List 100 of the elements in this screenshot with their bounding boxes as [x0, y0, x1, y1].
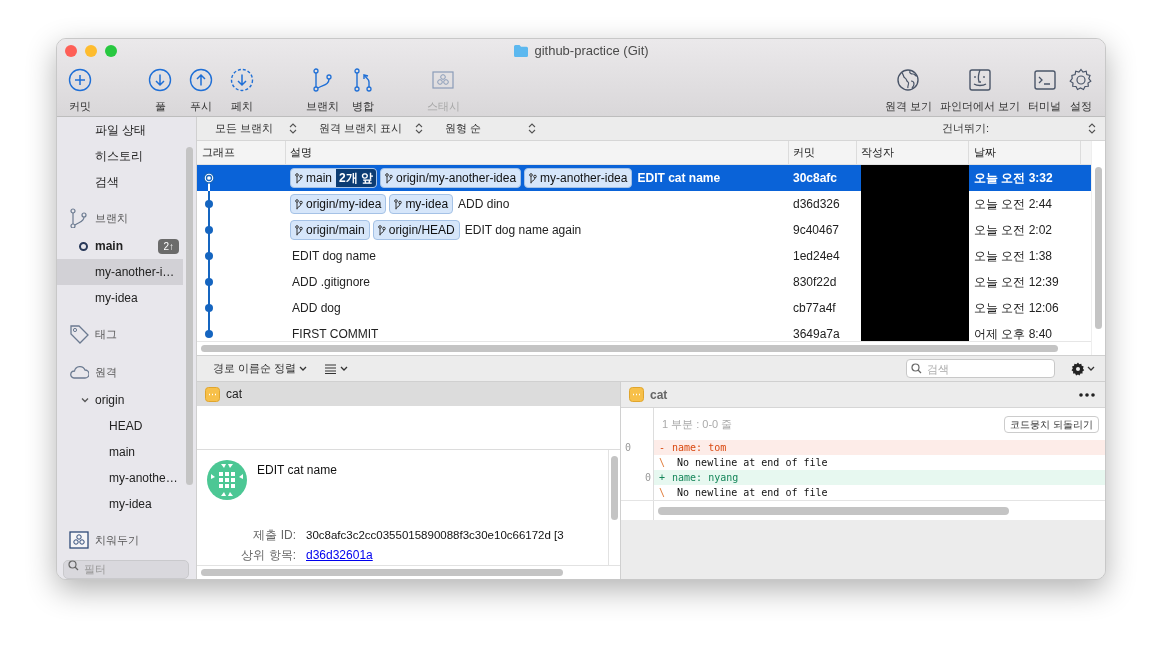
commit-row[interactable]: ADD .gitignore 830f22d 오늘 오전 12:39	[197, 269, 1091, 295]
commit-row[interactable]: origin/my-idea my-idea ADD dino d36d326 오늘 오전 2:44	[197, 191, 1091, 217]
diff-text: No newline at end of file	[676, 456, 828, 470]
commit-date: 오늘 오전 12:39	[973, 274, 1060, 291]
sidebar-item[interactable]: 파일 상태	[57, 117, 183, 143]
column-header[interactable]: 그래프	[197, 141, 286, 164]
commit-row[interactable]: origin/main origin/HEAD EDIT dog name again 9c40467 오늘 오전 2:02	[197, 217, 1091, 243]
search-icon	[911, 363, 922, 374]
file-name: cat	[650, 386, 668, 404]
field-value: 30c8afc3c2cc0355015890088f3c30e10c66172d [3	[306, 527, 564, 543]
toolbar-button[interactable]: 브랜치	[302, 68, 342, 115]
revert-hunk-button[interactable]: 코드뭉치 되돌리기	[1004, 415, 1099, 433]
commit-hash: 30c8afc	[792, 170, 839, 187]
filter-dropdown[interactable]: 모든 브랜치	[215, 120, 306, 137]
commit-date: 오늘 오전 1:38	[973, 248, 1054, 265]
parent-commit-link[interactable]: d36d32601a	[306, 546, 373, 565]
branch-icon	[377, 224, 386, 236]
scrollbar-thumb[interactable]	[201, 569, 563, 576]
commit-hash: 830f22d	[792, 274, 838, 291]
column-header[interactable]: 커밋	[789, 141, 857, 164]
column-header[interactable]: 설명	[286, 141, 789, 164]
branch-tag[interactable]: origin/my-idea	[290, 194, 387, 214]
commit-message: ADD dino	[458, 196, 510, 213]
modified-file-icon	[629, 387, 644, 402]
settings-dropdown[interactable]	[1071, 361, 1095, 376]
finder-icon	[967, 68, 992, 92]
filter-field[interactable]: 필터	[63, 559, 189, 579]
sidebar-item[interactable]: 검색	[57, 169, 183, 195]
updown-icon	[527, 123, 537, 134]
settings-icon	[1071, 361, 1085, 376]
toolbar-button[interactable]: 파인더에서 보기	[937, 68, 1022, 115]
filter-dropdown[interactable]: 원형 순	[445, 120, 545, 137]
sidebar-item[interactable]: HEAD	[57, 413, 183, 439]
field-label: 제출 ID:	[252, 527, 297, 545]
minimize-button[interactable]	[85, 45, 97, 57]
commit-hash: d36d326	[792, 196, 841, 213]
toolbar-button[interactable]: 병합	[343, 68, 383, 115]
toolbar-button[interactable]: 풀	[140, 68, 180, 115]
line-number: 0	[643, 471, 652, 485]
search-field[interactable]: 검색	[906, 359, 1055, 378]
ahead-badge: 2↑	[158, 238, 179, 254]
column-header[interactable]: 작성자	[857, 141, 969, 164]
scrollbar-thumb[interactable]	[611, 456, 618, 520]
chevron-icon	[1087, 365, 1095, 372]
sidebar-item[interactable]: my-anothe…	[57, 465, 183, 491]
commit-message: FIRST COMMIT	[292, 326, 379, 341]
scrollbar-thumb[interactable]	[1095, 167, 1102, 329]
remote-item[interactable]: origin	[57, 387, 183, 413]
commit-message: EDIT dog name	[292, 248, 376, 265]
branch-tag[interactable]: my-another-idea	[524, 168, 633, 188]
branch-tag[interactable]: origin/main	[290, 220, 370, 240]
commit-row[interactable]: EDIT dog name 1ed24e4 오늘 오전 1:38	[197, 243, 1091, 269]
window-title: github-practice (Git)	[534, 42, 649, 60]
modified-file-icon	[205, 386, 220, 402]
toolbar-button[interactable]: 설정	[1067, 68, 1095, 115]
sort-dropdown[interactable]: 경로 이름순 정렬	[213, 360, 308, 377]
toolbar-button[interactable]: 커밋	[60, 68, 100, 115]
plus-circle-icon	[68, 68, 92, 92]
globe-icon	[896, 68, 921, 92]
tag-icon	[69, 324, 89, 344]
scrollbar-thumb[interactable]	[186, 147, 193, 485]
list-icon	[325, 363, 337, 374]
commit-hash: 3649a7a	[792, 326, 841, 341]
sidebar-item[interactable]: my-another-i…	[57, 259, 183, 285]
toolbar-button[interactable]: 터미널	[1026, 68, 1063, 115]
avatar-icon	[207, 460, 247, 500]
sidebar-item[interactable]: main 2↑	[57, 233, 183, 259]
scrollbar-thumb[interactable]	[658, 506, 1009, 515]
diff-sign: \	[659, 456, 666, 470]
commit-row[interactable]: ADD dog cb77a4f 오늘 오전 12:06	[197, 295, 1091, 321]
branch-tag[interactable]: origin/HEAD	[372, 220, 460, 240]
sidebar-item[interactable]: main	[57, 439, 183, 465]
hunk-header: 1 부분 : 0-0 줄	[661, 416, 733, 432]
branch-tag[interactable]: main 2개 앞	[290, 168, 378, 188]
terminal-icon	[1032, 68, 1057, 92]
scrollbar-thumb[interactable]	[201, 345, 1058, 352]
commit-row[interactable]: FIRST COMMIT 3649a7a 어제 오후 8:40	[197, 321, 1091, 341]
column-header[interactable]: 날짜	[969, 141, 1081, 164]
diff-text: No newline at end of file	[676, 486, 828, 500]
sidebar-item[interactable]: my-idea	[57, 285, 183, 311]
commit-row[interactable]: main 2개 앞 origin/my-another-idea my-another-idea EDIT cat name 30c8afc 오늘 오전 3:32	[197, 165, 1091, 191]
commit-hash: 9c40467	[792, 222, 841, 239]
branch-tag[interactable]: origin/my-another-idea	[380, 168, 522, 188]
branch-tag[interactable]: my-idea	[389, 194, 454, 214]
jump-dropdown[interactable]: 건너뛰기:	[941, 120, 1097, 137]
toolbar-button[interactable]: 푸시	[181, 68, 221, 115]
close-button[interactable]	[65, 45, 77, 57]
chevron-icon	[340, 365, 349, 372]
sidebar-item[interactable]: my-idea	[57, 491, 183, 517]
commit-message: EDIT dog name again	[464, 222, 582, 239]
filter-dropdown[interactable]: 원격 브랜치 표시	[319, 120, 432, 137]
toolbar-button[interactable]: 페치	[222, 68, 262, 115]
updown-icon	[1087, 123, 1097, 134]
zoom-button[interactable]	[105, 45, 117, 57]
commit-message: ADD dog	[292, 300, 341, 317]
sidebar-item[interactable]: 히스토리	[57, 143, 183, 169]
commit-title: EDIT cat name	[257, 462, 337, 479]
toolbar-button[interactable]: 원격 보기	[882, 68, 934, 115]
commit-date: 어제 오후 8:40	[973, 326, 1054, 341]
file-row[interactable]: cat	[197, 382, 620, 406]
